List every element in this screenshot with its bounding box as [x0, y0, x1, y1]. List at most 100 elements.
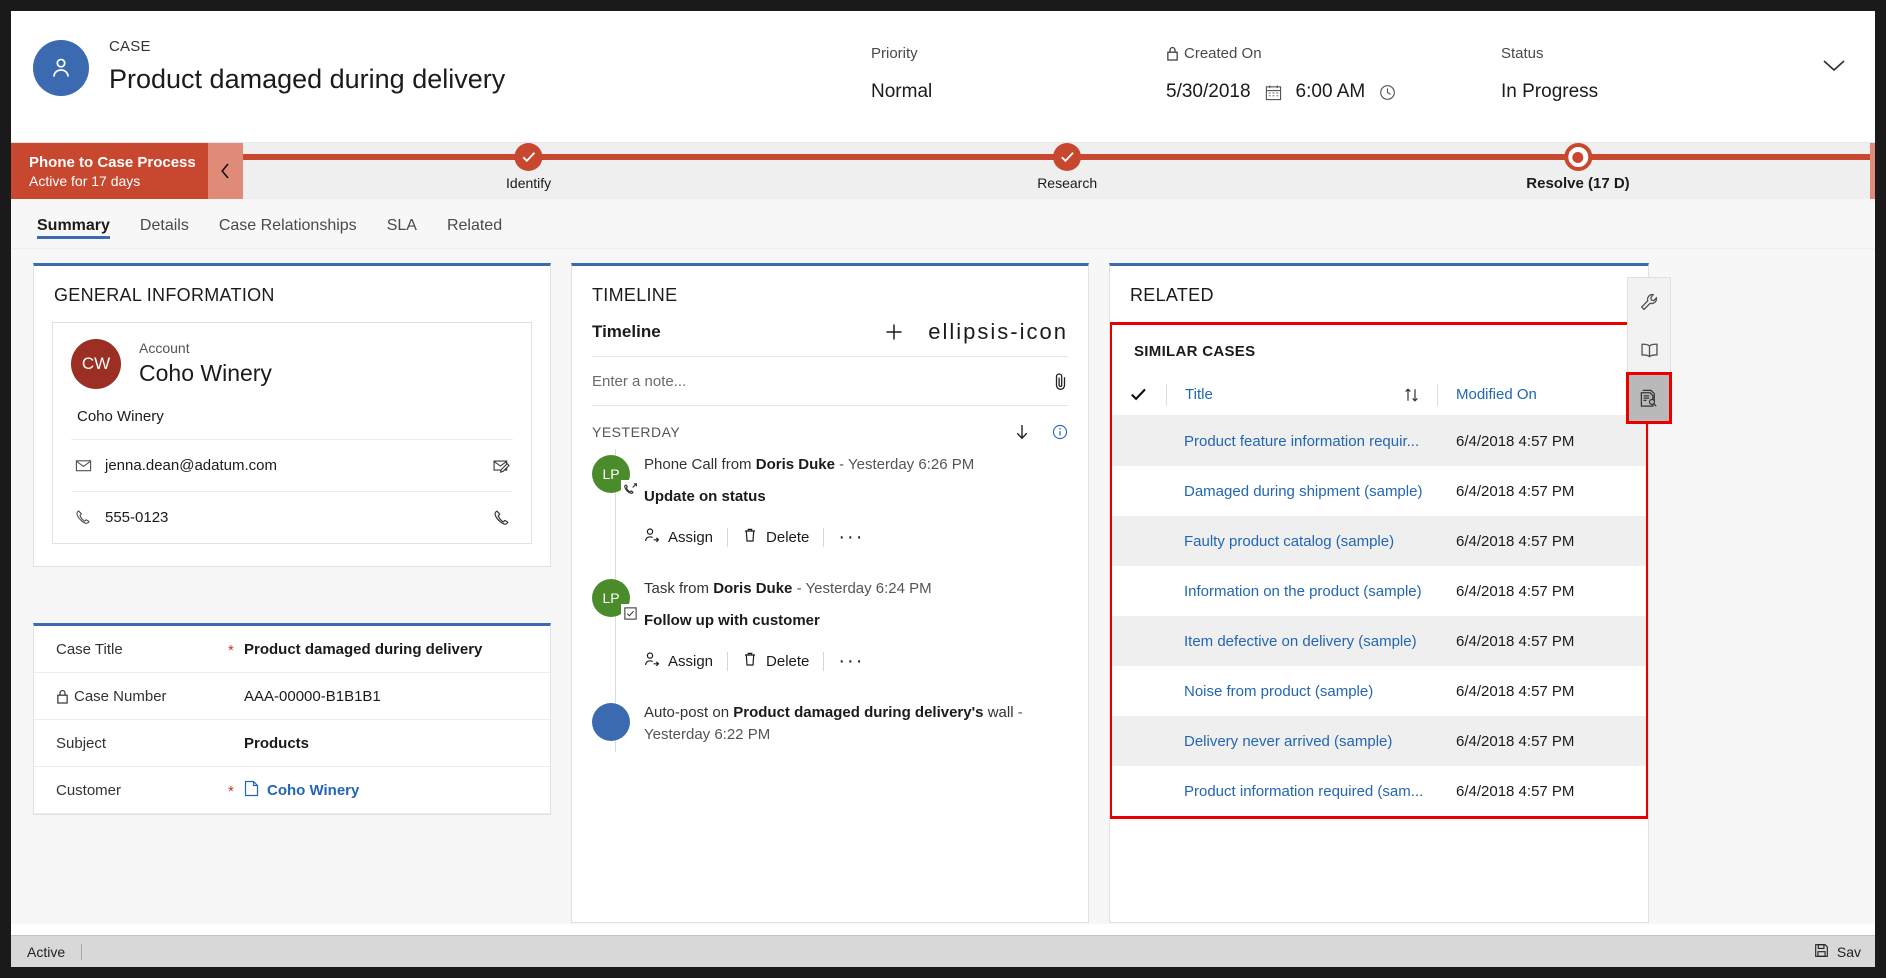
note-input[interactable]: [592, 373, 1053, 390]
tab-related[interactable]: Related: [447, 199, 502, 249]
section-title-timeline: TIMELINE: [572, 266, 1088, 322]
plus-icon[interactable]: [884, 322, 904, 342]
similar-records-icon[interactable]: [1628, 374, 1670, 422]
list-item[interactable]: LP Task from Doris Duke -: [592, 577, 1068, 677]
page-title: Product damaged during delivery: [109, 60, 505, 98]
delete-button[interactable]: Delete: [742, 527, 823, 547]
process-stage-resolve[interactable]: Resolve (17 D): [1526, 143, 1629, 192]
case-title-link[interactable]: Faulty product catalog (sample): [1184, 533, 1456, 550]
timeline-item-commands: Assign Delete: [644, 527, 1068, 547]
timeline-item-actor[interactable]: Doris Duke: [756, 456, 835, 473]
ellipsis-icon[interactable]: ellipsis-icon: [928, 327, 1068, 337]
checkmark-icon[interactable]: [1130, 387, 1166, 402]
timeline-item-actor[interactable]: Doris Duke: [713, 580, 792, 597]
sort-icon[interactable]: [1404, 387, 1419, 403]
paperclip-icon[interactable]: [1053, 372, 1068, 391]
timeline-item-prefix: Task from: [644, 580, 709, 597]
case-title-link[interactable]: Delivery never arrived (sample): [1184, 733, 1456, 750]
timeline-item-subject[interactable]: Follow up with customer: [644, 612, 1068, 629]
contact-email-value[interactable]: jenna.dean@adatum.com: [105, 457, 493, 474]
lock-icon: [1166, 46, 1179, 61]
ellipsis-icon[interactable]: ···: [838, 533, 878, 541]
contact-phone-value[interactable]: 555-0123: [105, 509, 493, 526]
timeline-item-time: Yesterday 6:24 PM: [805, 580, 931, 597]
arrow-down-icon[interactable]: [1014, 423, 1030, 441]
chevron-left-icon[interactable]: [208, 143, 243, 199]
right-side-rail: [1627, 277, 1671, 423]
account-name[interactable]: Coho Winery: [139, 358, 272, 389]
delete-button[interactable]: Delete: [742, 651, 823, 671]
header-created-on-date[interactable]: 5/30/2018: [1166, 81, 1251, 103]
contact-row-email: jenna.dean@adatum.com: [71, 439, 513, 491]
assign-user-icon: [644, 527, 660, 547]
header-priority-value[interactable]: Normal: [871, 81, 932, 103]
case-title-link[interactable]: Product feature information requir...: [1184, 433, 1456, 450]
case-modified-on: 6/4/2018 4:57 PM: [1456, 733, 1624, 750]
case-title-link[interactable]: Information on the product (sample): [1184, 583, 1456, 600]
record-title-block: CASE Product damaged during delivery: [33, 33, 505, 98]
ellipsis-icon[interactable]: ···: [838, 657, 878, 665]
case-modified-on: 6/4/2018 4:57 PM: [1456, 583, 1624, 600]
field-value[interactable]: Products: [244, 735, 309, 752]
tab-case-relationships[interactable]: Case Relationships: [219, 199, 357, 249]
timeline-item-dash: -: [839, 456, 844, 473]
tab-sla[interactable]: SLA: [387, 199, 417, 249]
column-header-modified-on[interactable]: Modified On: [1456, 386, 1624, 403]
task-checkbox-icon: [621, 604, 639, 622]
info-icon[interactable]: [1052, 423, 1068, 441]
case-title-link[interactable]: Item defective on delivery (sample): [1184, 633, 1456, 650]
chevron-down-icon[interactable]: [1821, 57, 1847, 73]
case-modified-on: 6/4/2018 4:57 PM: [1456, 433, 1624, 450]
business-process-flow: Phone to Case Process Active for 17 days…: [11, 143, 1875, 199]
table-row[interactable]: Damaged during shipment (sample) 6/4/201…: [1112, 466, 1646, 516]
tab-details[interactable]: Details: [140, 199, 189, 249]
status-bar: Active Sav: [11, 935, 1875, 967]
timeline-item-subject[interactable]: Update on status: [644, 488, 1068, 505]
timeline-group-label: YESTERDAY: [592, 424, 992, 440]
checkmark-icon: [515, 143, 543, 171]
tab-summary[interactable]: Summary: [37, 199, 110, 249]
case-title-link[interactable]: Product information required (sam...: [1184, 783, 1456, 800]
header-field-priority: Priority Normal: [871, 43, 932, 103]
knowledge-book-icon[interactable]: [1628, 326, 1670, 374]
table-row[interactable]: Faulty product catalog (sample) 6/4/2018…: [1112, 516, 1646, 566]
timeline-control-title: Timeline: [592, 322, 884, 342]
header-status-label: Status: [1501, 45, 1544, 62]
required-indicator: *: [228, 783, 244, 797]
table-row[interactable]: Item defective on delivery (sample) 6/4/…: [1112, 616, 1646, 666]
list-item[interactable]: LP Phone Call from Doris: [592, 453, 1068, 553]
process-stage-identify[interactable]: Identify: [506, 143, 551, 191]
account-company: Coho Winery: [71, 389, 513, 439]
divider: [1166, 384, 1167, 406]
timeline-item-actor[interactable]: Product damaged during delivery's: [733, 704, 983, 721]
table-row[interactable]: Delivery never arrived (sample) 6/4/2018…: [1112, 716, 1646, 766]
case-title-link[interactable]: Noise from product (sample): [1184, 683, 1456, 700]
case-title-link[interactable]: Damaged during shipment (sample): [1184, 483, 1456, 500]
column-header-title[interactable]: Title: [1185, 386, 1404, 403]
clock-icon[interactable]: [1379, 84, 1396, 101]
assign-button[interactable]: Assign: [644, 651, 727, 671]
field-label: Case Number: [74, 688, 167, 705]
status-badge[interactable]: In Progress: [1501, 81, 1598, 103]
list-item[interactable]: Auto-post on Product damaged during deli…: [592, 701, 1068, 752]
save-button[interactable]: Sav: [1814, 943, 1861, 961]
related-card: RELATED SIMILAR CASES Title: [1109, 263, 1649, 923]
table-row[interactable]: Product feature information requir... 6/…: [1112, 416, 1646, 466]
wrench-icon[interactable]: [1628, 278, 1670, 326]
divider: [1437, 384, 1438, 406]
assign-button[interactable]: Assign: [644, 527, 727, 547]
header-created-on-time[interactable]: 6:00 AM: [1296, 81, 1366, 103]
table-row[interactable]: Noise from product (sample) 6/4/2018 4:5…: [1112, 666, 1646, 716]
field-value-link[interactable]: Coho Winery: [244, 780, 359, 801]
process-stage-research[interactable]: Research: [1037, 143, 1097, 191]
app-viewport: CASE Product damaged during delivery Pri…: [11, 11, 1875, 967]
table-row[interactable]: Product information required (sam... 6/4…: [1112, 766, 1646, 816]
call-icon[interactable]: [493, 509, 511, 527]
avatar: LP: [592, 455, 630, 493]
avatar-initials: LP: [602, 466, 619, 482]
process-name-block[interactable]: Phone to Case Process Active for 17 days: [11, 143, 243, 199]
table-row[interactable]: Information on the product (sample) 6/4/…: [1112, 566, 1646, 616]
field-value[interactable]: Product damaged during delivery: [244, 641, 482, 658]
calendar-icon[interactable]: [1265, 84, 1282, 101]
compose-mail-icon[interactable]: [493, 457, 511, 475]
